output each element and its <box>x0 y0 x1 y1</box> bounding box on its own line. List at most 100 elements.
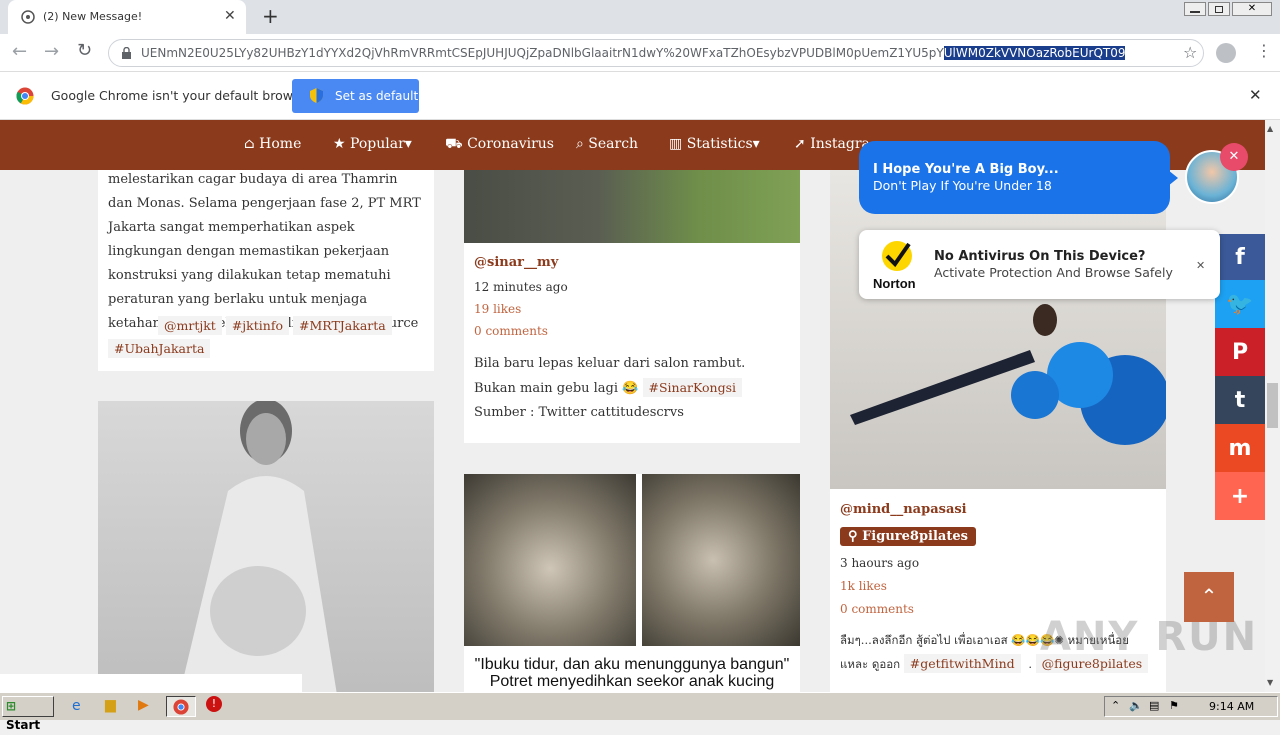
url-text: UENmN2E0U25LYy82UHBzY1dYYXd2QjVhRmVRRmtC… <box>141 46 1126 60</box>
caption-line-2: Potret menyedihkan seekor anak kucing <box>489 673 775 690</box>
kitten-photo-2 <box>642 474 800 646</box>
chrome-taskbar-button[interactable] <box>166 696 196 717</box>
post-username[interactable]: @sinar__my <box>474 255 790 270</box>
norton-check-icon <box>882 241 912 271</box>
post-tags-row2: #UbahJakarta <box>108 337 424 360</box>
post-time: 3 haours ago <box>840 556 920 570</box>
set-default-button[interactable]: Set as default <box>292 79 419 113</box>
opera-icon[interactable]: ! <box>206 696 222 712</box>
tab-favicon-icon <box>21 10 35 24</box>
shield-icon <box>310 88 323 103</box>
profile-avatar[interactable] <box>1216 43 1236 63</box>
set-default-label: Set as default <box>335 89 419 103</box>
close-notification-icon[interactable]: ✕ <box>1220 143 1248 171</box>
address-bar[interactable]: UENmN2E0U25LYy82UHBzY1dYYXd2QjVhRmVRRmtC… <box>108 39 1204 67</box>
system-tray: ⌃ 🔈 ▤ ⚑ 9:14 AM <box>1104 696 1278 717</box>
twitter-share-icon[interactable]: 🐦 <box>1215 280 1265 328</box>
tag-link[interactable]: #SinarKongsi <box>642 378 743 397</box>
mix-share-icon[interactable]: m <box>1215 424 1265 472</box>
scroll-up-icon[interactable]: ▲ <box>1267 124 1273 133</box>
clock: 9:14 AM <box>1209 700 1255 713</box>
minimize-button[interactable] <box>1184 2 1206 16</box>
ie-icon[interactable]: e <box>72 698 81 714</box>
chrome-taskbar-icon <box>173 699 189 715</box>
more-share-icon[interactable]: + <box>1215 472 1265 520</box>
tag-link[interactable]: #MRTJakarta <box>292 316 392 335</box>
nav-popular[interactable]: ★ Popular▾ <box>333 136 412 152</box>
post-image-path[interactable] <box>464 170 800 243</box>
page-scrollbar[interactable]: ▲ ▼ <box>1265 120 1280 692</box>
tag-link[interactable]: @mrtjkt <box>158 316 222 335</box>
url-prefix: UENmN2E0U25LYy82UHBzY1dYYXd2QjVhRmVRRmtC… <box>141 46 944 60</box>
browser-tab[interactable]: (2) New Message! ✕ <box>8 0 246 34</box>
spam-notification-2[interactable]: Norton No Antivirus On This Device? Acti… <box>859 230 1220 299</box>
spam-notification-1[interactable]: I Hope You're A Big Boy... Don't Play If… <box>859 141 1170 214</box>
flag-icon[interactable]: ⚑ <box>1169 699 1179 712</box>
close-tab-icon[interactable]: ✕ <box>224 8 236 24</box>
nav-search-label: Search <box>588 136 639 152</box>
tag-link[interactable]: #jktinfo <box>225 316 289 335</box>
close-notification-icon[interactable]: ✕ <box>1196 259 1205 272</box>
bookmark-star-icon[interactable]: ☆ <box>1177 43 1198 62</box>
maximize-button[interactable] <box>1208 2 1230 16</box>
post-image-portrait[interactable] <box>0 399 434 692</box>
forward-icon[interactable]: → <box>44 41 59 62</box>
post-comments[interactable]: 0 comments <box>474 324 790 338</box>
post-username[interactable]: @mind__napasasi <box>840 502 1156 517</box>
menu-dots-icon[interactable]: ⋮ <box>1256 41 1272 60</box>
reload-icon[interactable]: ↻ <box>77 40 92 61</box>
pinterest-share-icon[interactable]: P <box>1215 328 1265 376</box>
url-selected: UlWM0ZkVVNOazRobEUrQT09 <box>943 46 1126 60</box>
media-player-icon[interactable]: ▶ <box>138 697 149 713</box>
notification-subtitle: Activate Protection And Browse Safely <box>934 265 1173 280</box>
post-card-kitten[interactable]: "Ibuku tidur, dan aku menunggunya bangun… <box>464 474 800 692</box>
default-browser-infobar: Google Chrome isn't your default browser… <box>0 72 1280 120</box>
location-label: Figure8pilates <box>862 529 968 544</box>
nav-statistics[interactable]: ▥ Statistics▾ <box>669 136 760 152</box>
post-time: 12 minutes ago <box>474 280 568 294</box>
tumblr-share-icon[interactable]: t <box>1215 376 1265 424</box>
nav-home[interactable]: ⌂ Home <box>244 136 301 152</box>
post-likes[interactable]: 19 likes <box>474 302 790 316</box>
close-infobar-icon[interactable]: ✕ <box>1249 86 1262 104</box>
network-icon[interactable]: ▤ <box>1149 699 1159 712</box>
location-badge[interactable]: ⚲ Figure8pilates <box>840 527 976 546</box>
post-likes[interactable]: 1k likes <box>840 579 1156 593</box>
nav-coronavirus[interactable]: ⛟ Coronavirus <box>445 136 554 154</box>
back-to-top-button[interactable]: ⌃ <box>1184 572 1234 622</box>
tag-link[interactable]: #getfitwithMind <box>903 654 1021 673</box>
scroll-down-icon[interactable]: ▼ <box>1267 678 1273 687</box>
new-tab-icon[interactable]: + <box>262 4 279 28</box>
norton-logo: Norton <box>873 238 925 291</box>
folder-icon[interactable]: ▆ <box>105 697 116 713</box>
tab-strip: (2) New Message! ✕ + ✕ <box>0 0 1280 34</box>
post-image-pilates[interactable] <box>830 170 1170 489</box>
tab-title: (2) New Message! <box>43 10 143 23</box>
post-card-sinar: @sinar__my 12 minutes ago 19 likes 0 com… <box>464 170 800 443</box>
notification-subtitle: Don't Play If You're Under 18 <box>873 178 1052 193</box>
norton-brand: Norton <box>873 276 916 291</box>
caption-line-1: "Ibuku tidur, dan aku menunggunya bangun… <box>474 656 790 673</box>
close-window-button[interactable]: ✕ <box>1232 2 1272 16</box>
nav-statistics-label: Statistics <box>686 136 753 152</box>
tag-link[interactable]: #UbahJakarta <box>108 339 211 358</box>
facebook-share-icon[interactable]: f <box>1215 234 1265 280</box>
white-overlay-bar <box>0 674 302 692</box>
nav-search[interactable]: ⌕ Search <box>576 136 638 152</box>
pilates-photo <box>850 304 1170 445</box>
infobar-text: Google Chrome isn't your default browser <box>51 88 313 103</box>
post-text: melestarikan cagar budaya di area Thamri… <box>108 172 421 331</box>
location-pin-icon: ⚲ <box>848 529 863 544</box>
start-label: Start <box>6 718 41 732</box>
start-button[interactable]: ⊞ Start <box>2 696 54 732</box>
back-icon[interactable]: ← <box>12 41 27 62</box>
tray-arrow-icon[interactable]: ⌃ <box>1111 699 1120 712</box>
volume-icon[interactable]: 🔈 <box>1129 699 1143 712</box>
social-share-bar: f 🐦 P t m + <box>1215 234 1265 520</box>
lock-icon <box>122 47 131 59</box>
nav-popular-label: Popular <box>350 136 405 152</box>
nav-instagram[interactable]: ➚ Instagra <box>794 136 870 152</box>
scroll-thumb[interactable] <box>1267 383 1278 428</box>
portrait-photo <box>180 399 337 692</box>
notification-title: No Antivirus On This Device? <box>934 249 1146 264</box>
